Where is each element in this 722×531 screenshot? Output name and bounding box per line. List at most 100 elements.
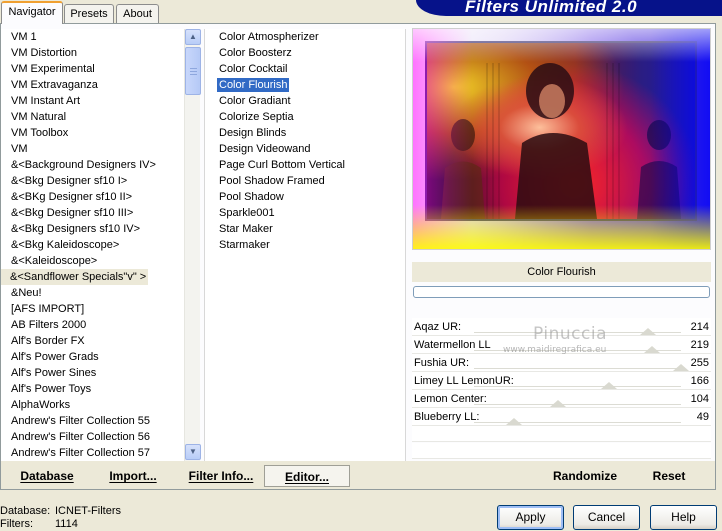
filter-item-label: Design Videowand bbox=[219, 143, 311, 155]
category-item[interactable]: Alf's Power Grads bbox=[1, 349, 184, 365]
filter-item[interactable]: Design Blinds bbox=[205, 125, 405, 141]
scroll-down-button[interactable]: ▼ bbox=[185, 444, 201, 460]
slider-track[interactable] bbox=[474, 418, 681, 425]
category-item[interactable]: &<Sandflower Specials"v" > bbox=[1, 269, 148, 285]
filter-item[interactable]: Color Flourish bbox=[205, 77, 405, 93]
filter-item[interactable]: Color Atmospherizer bbox=[205, 29, 405, 45]
slider-label: Limey LL LemonUR: bbox=[414, 375, 514, 387]
filter-name-caption: Color Flourish bbox=[412, 262, 711, 282]
bottom-toolbar: Database Import... Filter Info... Editor… bbox=[1, 461, 715, 489]
filter-item-label: Color Cocktail bbox=[219, 63, 288, 75]
slider-thumb[interactable] bbox=[600, 382, 617, 389]
filters-label: Filters: bbox=[0, 518, 33, 530]
category-item[interactable]: VM Experimental bbox=[1, 61, 184, 77]
slider-row[interactable]: Fushia UR: 255 bbox=[412, 354, 711, 372]
category-item[interactable]: VM Instant Art bbox=[1, 93, 184, 109]
category-list[interactable]: VM 1 VM Distortion VM Experimental VM Extra… bbox=[1, 29, 184, 461]
scroll-up-button[interactable]: ▲ bbox=[185, 29, 201, 45]
database-button[interactable]: Database bbox=[19, 465, 75, 487]
apply-button[interactable]: Apply bbox=[497, 505, 564, 530]
reset-button[interactable]: Reset bbox=[648, 465, 690, 487]
category-item[interactable]: VM Distortion bbox=[1, 45, 184, 61]
category-item[interactable]: VM 1 bbox=[1, 29, 184, 45]
slider-track[interactable] bbox=[474, 400, 681, 407]
filter-item-label: Pool Shadow Framed bbox=[219, 175, 325, 187]
category-item[interactable]: AlphaWorks bbox=[1, 397, 184, 413]
slider-label: Watermellon LL bbox=[414, 339, 491, 351]
category-item[interactable]: Andrew's Filter Collection 56 bbox=[1, 429, 184, 445]
slider-thumb[interactable] bbox=[505, 418, 522, 425]
filter-item-label: Color Atmospherizer bbox=[219, 31, 319, 43]
filter-info-button[interactable]: Filter Info... bbox=[188, 465, 254, 487]
filter-item-label: Design Blinds bbox=[219, 127, 287, 139]
scroll-thumb[interactable] bbox=[185, 47, 201, 95]
category-item[interactable]: &<Kaleidoscope> bbox=[1, 253, 184, 269]
slider-row[interactable]: Blueberry LL: 49 bbox=[412, 408, 711, 426]
slider-row[interactable]: Limey LL LemonUR: 166 bbox=[412, 372, 711, 390]
watermark-url: www.maidiregrafica.eu bbox=[503, 345, 607, 355]
filter-item-label: Color Flourish bbox=[217, 78, 290, 92]
category-item[interactable]: &<Bkg Designer sf10 I> bbox=[1, 173, 184, 189]
filter-item-label: Star Maker bbox=[219, 223, 273, 235]
empty-slider-row bbox=[412, 443, 711, 459]
filter-item[interactable]: Color Boosterz bbox=[205, 45, 405, 61]
filter-item[interactable]: Pool Shadow bbox=[205, 189, 405, 205]
slider-row[interactable]: Lemon Center: 104 bbox=[412, 390, 711, 408]
slider-thumb[interactable] bbox=[643, 346, 660, 353]
filter-item[interactable]: Page Curl Bottom Vertical bbox=[205, 157, 405, 173]
slider-value: 104 bbox=[690, 393, 709, 405]
filter-item[interactable]: Starmaker bbox=[205, 237, 405, 253]
filters-count: 1114 bbox=[55, 518, 78, 530]
filter-item[interactable]: Pool Shadow Framed bbox=[205, 173, 405, 189]
slider-track[interactable] bbox=[474, 364, 689, 371]
category-item[interactable]: &<Background Designers IV> bbox=[1, 157, 184, 173]
slider-value: 219 bbox=[690, 339, 709, 351]
category-item[interactable]: VM Toolbox bbox=[1, 125, 184, 141]
slider-label: Blueberry LL: bbox=[414, 411, 480, 423]
category-item[interactable]: AB Filters 2000 bbox=[1, 317, 184, 333]
app-title: Filters Unlimited 2.0 bbox=[465, 0, 638, 16]
category-item[interactable]: VM Extravaganza bbox=[1, 77, 184, 93]
tab-about[interactable]: About bbox=[116, 4, 159, 24]
filter-item-label: Page Curl Bottom Vertical bbox=[219, 159, 345, 171]
filter-item[interactable]: Star Maker bbox=[205, 221, 405, 237]
slider-value: 214 bbox=[690, 321, 709, 333]
filter-list[interactable]: Color Atmospherizer Color Boosterz Color C… bbox=[204, 29, 406, 461]
filter-item[interactable]: Color Cocktail bbox=[205, 61, 405, 77]
category-scrollbar[interactable]: ▲ ▼ bbox=[184, 29, 201, 461]
filter-item[interactable]: Sparkle001 bbox=[205, 205, 405, 221]
tab-presets[interactable]: Presets bbox=[64, 4, 114, 24]
category-item[interactable]: &<BKg Designer sf10 II> bbox=[1, 189, 184, 205]
database-label: Database: bbox=[0, 505, 51, 517]
preview-frame bbox=[412, 28, 711, 250]
tab-strip: Navigator Presets About Filters Unlimite… bbox=[0, 0, 722, 24]
filter-item-label: Sparkle001 bbox=[219, 207, 275, 219]
category-item[interactable]: &<Bkg Kaleidoscope> bbox=[1, 237, 184, 253]
filter-item-label: Color Gradiant bbox=[219, 95, 291, 107]
filter-item[interactable]: Color Gradiant bbox=[205, 93, 405, 109]
category-item[interactable]: Alf's Power Sines bbox=[1, 365, 184, 381]
preview-image bbox=[413, 29, 710, 249]
category-item[interactable]: Andrew's Filter Collection 55 bbox=[1, 413, 184, 429]
tab-navigator[interactable]: Navigator bbox=[1, 1, 63, 24]
slider-thumb[interactable] bbox=[550, 400, 567, 407]
cancel-button[interactable]: Cancel bbox=[573, 505, 640, 530]
slider-thumb[interactable] bbox=[673, 364, 689, 371]
slider-value: 255 bbox=[690, 357, 709, 369]
category-item[interactable]: VM bbox=[1, 141, 184, 157]
randomize-button[interactable]: Randomize bbox=[550, 465, 620, 487]
category-item[interactable]: &<Bkg Designer sf10 III> bbox=[1, 205, 184, 221]
category-item[interactable]: &Neu! bbox=[1, 285, 184, 301]
category-item[interactable]: &<Bkg Designers sf10 IV> bbox=[1, 221, 184, 237]
category-item[interactable]: Alf's Border FX bbox=[1, 333, 184, 349]
filter-item[interactable]: Design Videowand bbox=[205, 141, 405, 157]
category-item[interactable]: [AFS IMPORT] bbox=[1, 301, 184, 317]
import-button[interactable]: Import... bbox=[107, 465, 159, 487]
editor-button[interactable]: Editor... bbox=[264, 465, 350, 487]
category-item[interactable]: Andrew's Filter Collection 57 bbox=[1, 445, 184, 461]
category-item[interactable]: VM Natural bbox=[1, 109, 184, 125]
help-button[interactable]: Help bbox=[650, 505, 717, 530]
category-item[interactable]: Alf's Power Toys bbox=[1, 381, 184, 397]
slider-thumb[interactable] bbox=[639, 328, 656, 335]
filter-item[interactable]: Colorize Septia bbox=[205, 109, 405, 125]
